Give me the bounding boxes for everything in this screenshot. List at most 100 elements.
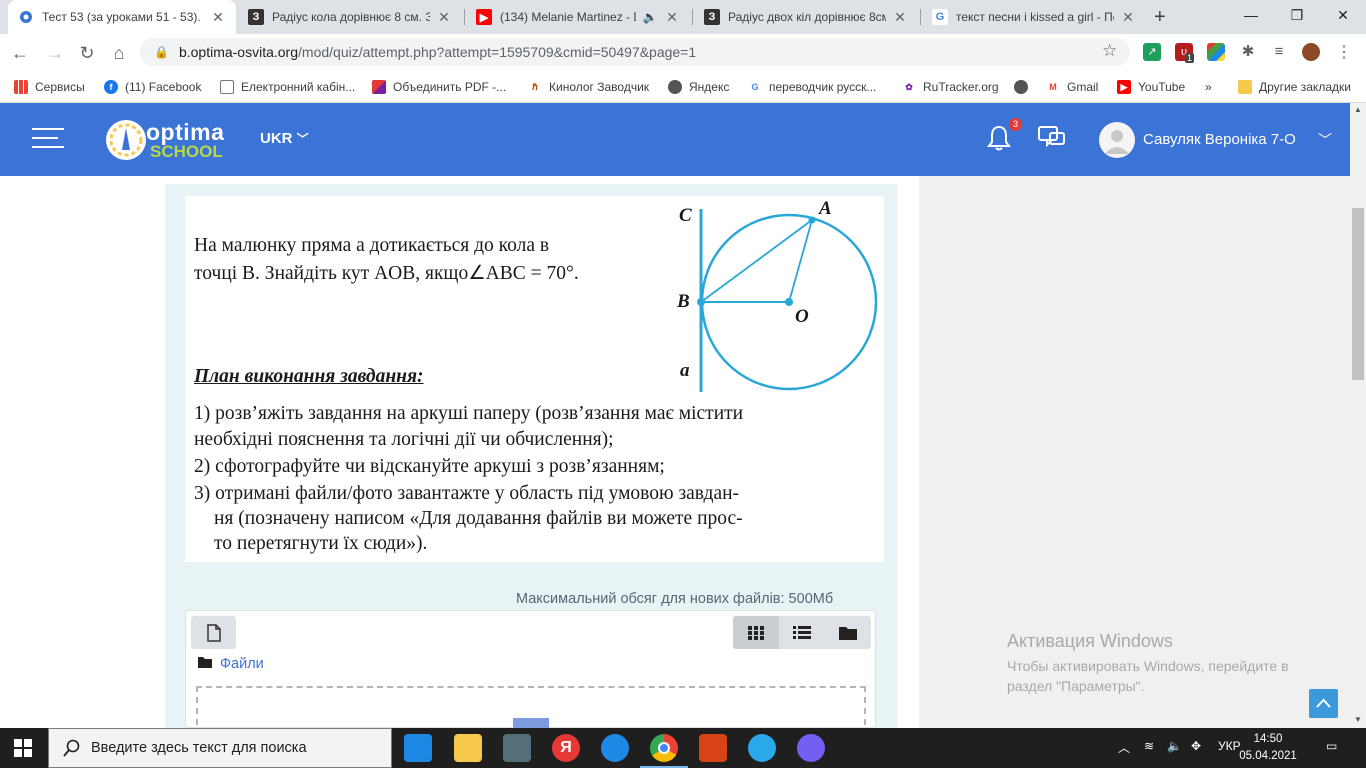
close-icon[interactable]: ✕ [664, 9, 680, 26]
scroll-up-arrow-icon[interactable]: ▲ [1354, 105, 1362, 114]
language-selector[interactable]: UKR ﹀ [260, 130, 309, 147]
volume-icon[interactable]: 🔈 [1167, 739, 1182, 753]
system-clock[interactable]: 14:50 05.04.2021 [1234, 731, 1302, 765]
step-1-line-1: 1) розв’яжіть завдання на аркуші паперу … [194, 403, 744, 424]
extension-icon[interactable]: ↗ [1143, 43, 1161, 61]
close-icon[interactable]: ✕ [210, 9, 226, 26]
window-close-button[interactable]: ✕ [1320, 0, 1366, 30]
address-bar[interactable]: 🔒 b.optima-osvita.org/mod/quiz/attempt.p… [140, 38, 1130, 66]
search-icon [63, 739, 80, 757]
scroll-down-arrow-icon[interactable]: ▼ [1354, 715, 1362, 724]
gmail-icon: M [1049, 82, 1057, 92]
point-a [808, 216, 816, 224]
scroll-to-top-button[interactable] [1309, 689, 1338, 718]
speaker-icon[interactable]: 🔈 [642, 10, 658, 24]
bookmark-label: YouTube [1138, 80, 1186, 94]
tab-google[interactable]: G текст песни i kissed a girl - По ✕ [922, 0, 1146, 34]
google-icon: G [751, 82, 759, 92]
office-apps-icon[interactable] [1207, 43, 1225, 61]
chevron-up-icon[interactable]: ︿ [1118, 739, 1130, 756]
znanija-icon: З [704, 9, 720, 25]
bookmark-kinolog[interactable]: ℏ Кинолог Заводчик [528, 77, 649, 97]
user-avatar[interactable] [1099, 122, 1135, 158]
edge-browser-icon[interactable] [601, 734, 629, 762]
home-icon[interactable]: ⌂ [104, 38, 134, 68]
close-icon[interactable]: ✕ [1120, 9, 1136, 26]
star-icon[interactable]: ☆ [1102, 41, 1117, 61]
grid-view-icon[interactable] [733, 616, 779, 649]
tab-title: текст песни i kissed a girl - По [956, 10, 1114, 24]
tab-strip: Тест 53 (за уроками 51 - 53). С ✕ З Раді… [0, 0, 1366, 34]
telegram-app-icon[interactable] [748, 734, 776, 762]
chrome-browser-icon[interactable] [640, 734, 688, 768]
bookmark-youtube[interactable]: ▶ YouTube [1117, 77, 1185, 97]
network-icon[interactable]: ≋ [1144, 739, 1154, 753]
page-scrollbar[interactable]: ▲ ▼ [1350, 103, 1366, 728]
globe-icon [1014, 80, 1028, 94]
notification-center-icon[interactable]: ▭ [1326, 739, 1337, 753]
tab-radius-circle[interactable]: З Радіус кола дорівнює 8 см. Зн ✕ [238, 0, 462, 34]
file-explorer-icon[interactable] [454, 734, 482, 762]
bookmark-yandex[interactable]: Яндекс [668, 77, 729, 97]
puzzle-icon[interactable]: ✱ [1239, 43, 1257, 61]
add-file-button[interactable] [191, 616, 236, 649]
bookmark-pdf[interactable]: Объединить PDF -... [372, 77, 506, 97]
messages-icon[interactable] [1038, 125, 1066, 156]
tab-quiz[interactable]: Тест 53 (за уроками 51 - 53). С ✕ [8, 0, 236, 34]
menu-dots-icon[interactable]: ⋮ [1336, 42, 1352, 62]
globe-icon [668, 80, 682, 94]
new-tab-button[interactable]: + [1154, 6, 1166, 29]
bookmark-facebook[interactable]: f (11) Facebook [104, 77, 201, 97]
clock-time: 14:50 [1253, 733, 1283, 745]
plan-title: План виконання завдання: [194, 366, 424, 387]
forward-arrow-icon[interactable]: → [40, 38, 70, 68]
folder-path[interactable]: Файли [198, 656, 264, 672]
label-c: C [679, 205, 692, 226]
bookmark-label: Сервисы [35, 80, 85, 94]
tab-radius-two[interactable]: З Радіус двох кіл дорівнює 8см ✕ [694, 0, 918, 34]
bookmark-other[interactable]: Другие закладки [1238, 77, 1351, 97]
file-manager: Файли [185, 610, 876, 736]
user-name[interactable]: Савуляк Вероніка 7-О [1143, 131, 1296, 148]
bookmark-cabinet[interactable]: Електронний кабін... [220, 77, 355, 97]
windows-taskbar: Введите здесь текст для поиска Я ︿ ≋ 🔈 ✥… [0, 728, 1366, 768]
back-arrow-icon[interactable]: ← [5, 38, 35, 68]
bookmark-label: Кинолог Заводчик [549, 80, 650, 94]
file-icon [206, 624, 221, 642]
optima-school-logo[interactable]: optima SCHOOL [104, 118, 239, 162]
office-app-icon[interactable] [699, 734, 727, 762]
notification-badge: 3 [1009, 118, 1022, 131]
bookmark-rutracker[interactable]: ✿ RuTracker.org [902, 77, 998, 97]
hamburger-menu-icon[interactable] [32, 128, 64, 150]
site-header: optima SCHOOL UKR ﹀ 3 Савуляк Вероніка 7… [0, 103, 1350, 176]
yandex-browser-icon[interactable]: Я [552, 734, 580, 762]
bookmark-gmail[interactable]: M Gmail [1046, 77, 1098, 97]
more-bookmarks-icon[interactable]: » [1205, 77, 1212, 97]
chevron-down-icon[interactable]: ﹀ [1318, 130, 1332, 150]
folder-view-icon[interactable] [825, 616, 871, 649]
restore-button[interactable]: ❐ [1274, 0, 1320, 30]
taskbar-search[interactable]: Введите здесь текст для поиска [48, 728, 392, 768]
language-label: UKR [260, 130, 293, 147]
viber-app-icon[interactable] [797, 734, 825, 762]
mail-app-icon[interactable] [404, 734, 432, 762]
close-icon[interactable]: ✕ [892, 9, 908, 26]
profile-avatar[interactable] [1302, 43, 1320, 61]
dog-icon: ℏ [532, 82, 538, 92]
minimize-button[interactable]: — [1228, 0, 1274, 30]
bookmark-services[interactable]: Сервисы [14, 77, 85, 97]
notification-bell-icon[interactable] [987, 125, 1011, 156]
close-icon[interactable]: ✕ [436, 9, 452, 26]
bookmark-globe[interactable] [1014, 77, 1035, 97]
bookmark-translator[interactable]: Gпереводчик русск... [748, 77, 876, 97]
windows-start-icon[interactable] [14, 739, 32, 762]
photos-app-icon[interactable] [503, 734, 531, 762]
question-line-1: На малюнку пряма a дотикається до кола в [194, 235, 550, 256]
list-view-icon[interactable] [779, 616, 825, 649]
dropbox-icon[interactable]: ✥ [1191, 739, 1201, 753]
reload-icon[interactable]: ↻ [72, 38, 102, 68]
tab-youtube[interactable]: ▶ (134) Melanie Martinez - D 🔈 ✕ [466, 0, 690, 34]
media-queue-icon[interactable]: ≡ [1270, 43, 1288, 61]
scrollbar-thumb[interactable] [1352, 208, 1364, 380]
chevron-up-icon [1316, 698, 1331, 708]
